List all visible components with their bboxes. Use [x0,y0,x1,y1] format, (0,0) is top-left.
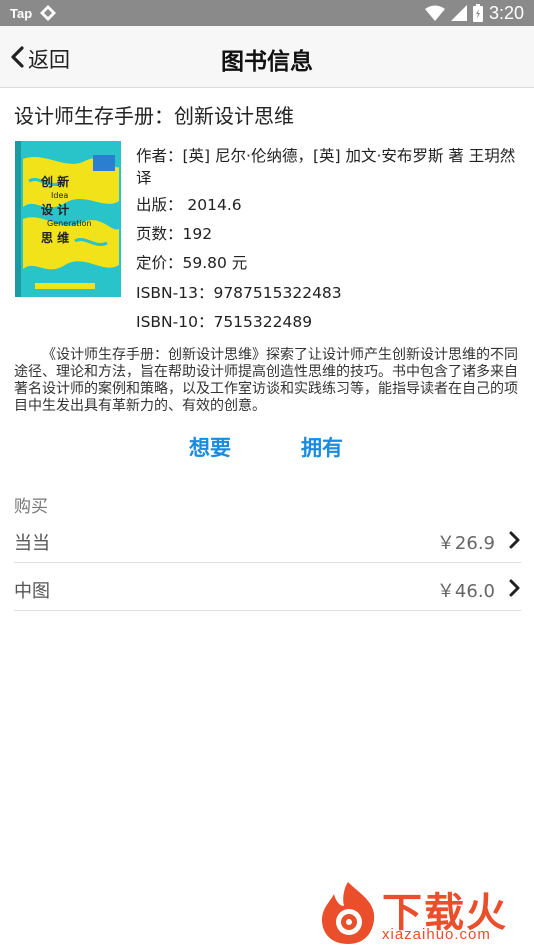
back-button[interactable]: 返回 [10,44,70,74]
shop-row-dangdang[interactable]: 当当 ￥26.9 [14,515,521,563]
action-bar: 想要 拥有 [0,432,534,462]
isbn13-field: ISBN-13：9787515322483 [136,284,342,302]
isbn10-field: ISBN-10：7515322489 [136,313,313,331]
book-description: 《设计师生存手册：创新设计思维》探索了让设计师产生创新设计思维的不同途径、理论和… [14,347,518,414]
list-price-field: 定价：59.80 元 [136,254,248,272]
author-field: 作者：[英] 尼尔·伦纳德，[英] 加文·安布罗斯 著 王玥然 译 [136,147,516,187]
back-label: 返回 [28,48,70,72]
clock: 3:20 [488,2,524,23]
chevron-left-icon [10,45,24,73]
cover-title: 创 新 Idea 设 计 Generation 思 维 [41,175,92,245]
shop-price: ￥46.0 [436,581,495,602]
watermark-url: xiazaihuo.com [382,926,491,943]
chevron-right-icon [509,531,521,553]
shop-price: ￥26.9 [436,533,495,554]
shop-row-zhongtu[interactable]: 中图 ￥46.0 [14,563,521,611]
own-button[interactable]: 拥有 [301,432,343,462]
settings-icon [40,5,57,21]
page-title: 图书信息 [221,49,313,75]
book-title: 设计师生存手册：创新设计思维 [14,104,294,128]
carrier-label: Tap [10,5,33,21]
buy-section-header: 购买 [14,497,48,517]
wifi-icon [424,5,445,21]
watermark-logo: 下载火 xiazaihuo.com [318,880,528,946]
chevron-right-icon [509,579,521,601]
battery-icon [472,4,483,22]
book-cover: 创 新 Idea 设 计 Generation 思 维 [15,141,121,297]
signal-icon [450,5,467,21]
publish-date-field: 出版： 2014.6 [136,196,242,214]
status-bar: Tap 3:20 [0,0,534,26]
page-count-field: 页数：192 [136,225,213,243]
navigation-bar: 返回 图书信息 [0,26,534,88]
shop-name: 当当 [14,533,50,554]
flame-logo-icon [318,880,380,950]
want-button[interactable]: 想要 [189,432,231,462]
shop-name: 中图 [14,581,50,602]
